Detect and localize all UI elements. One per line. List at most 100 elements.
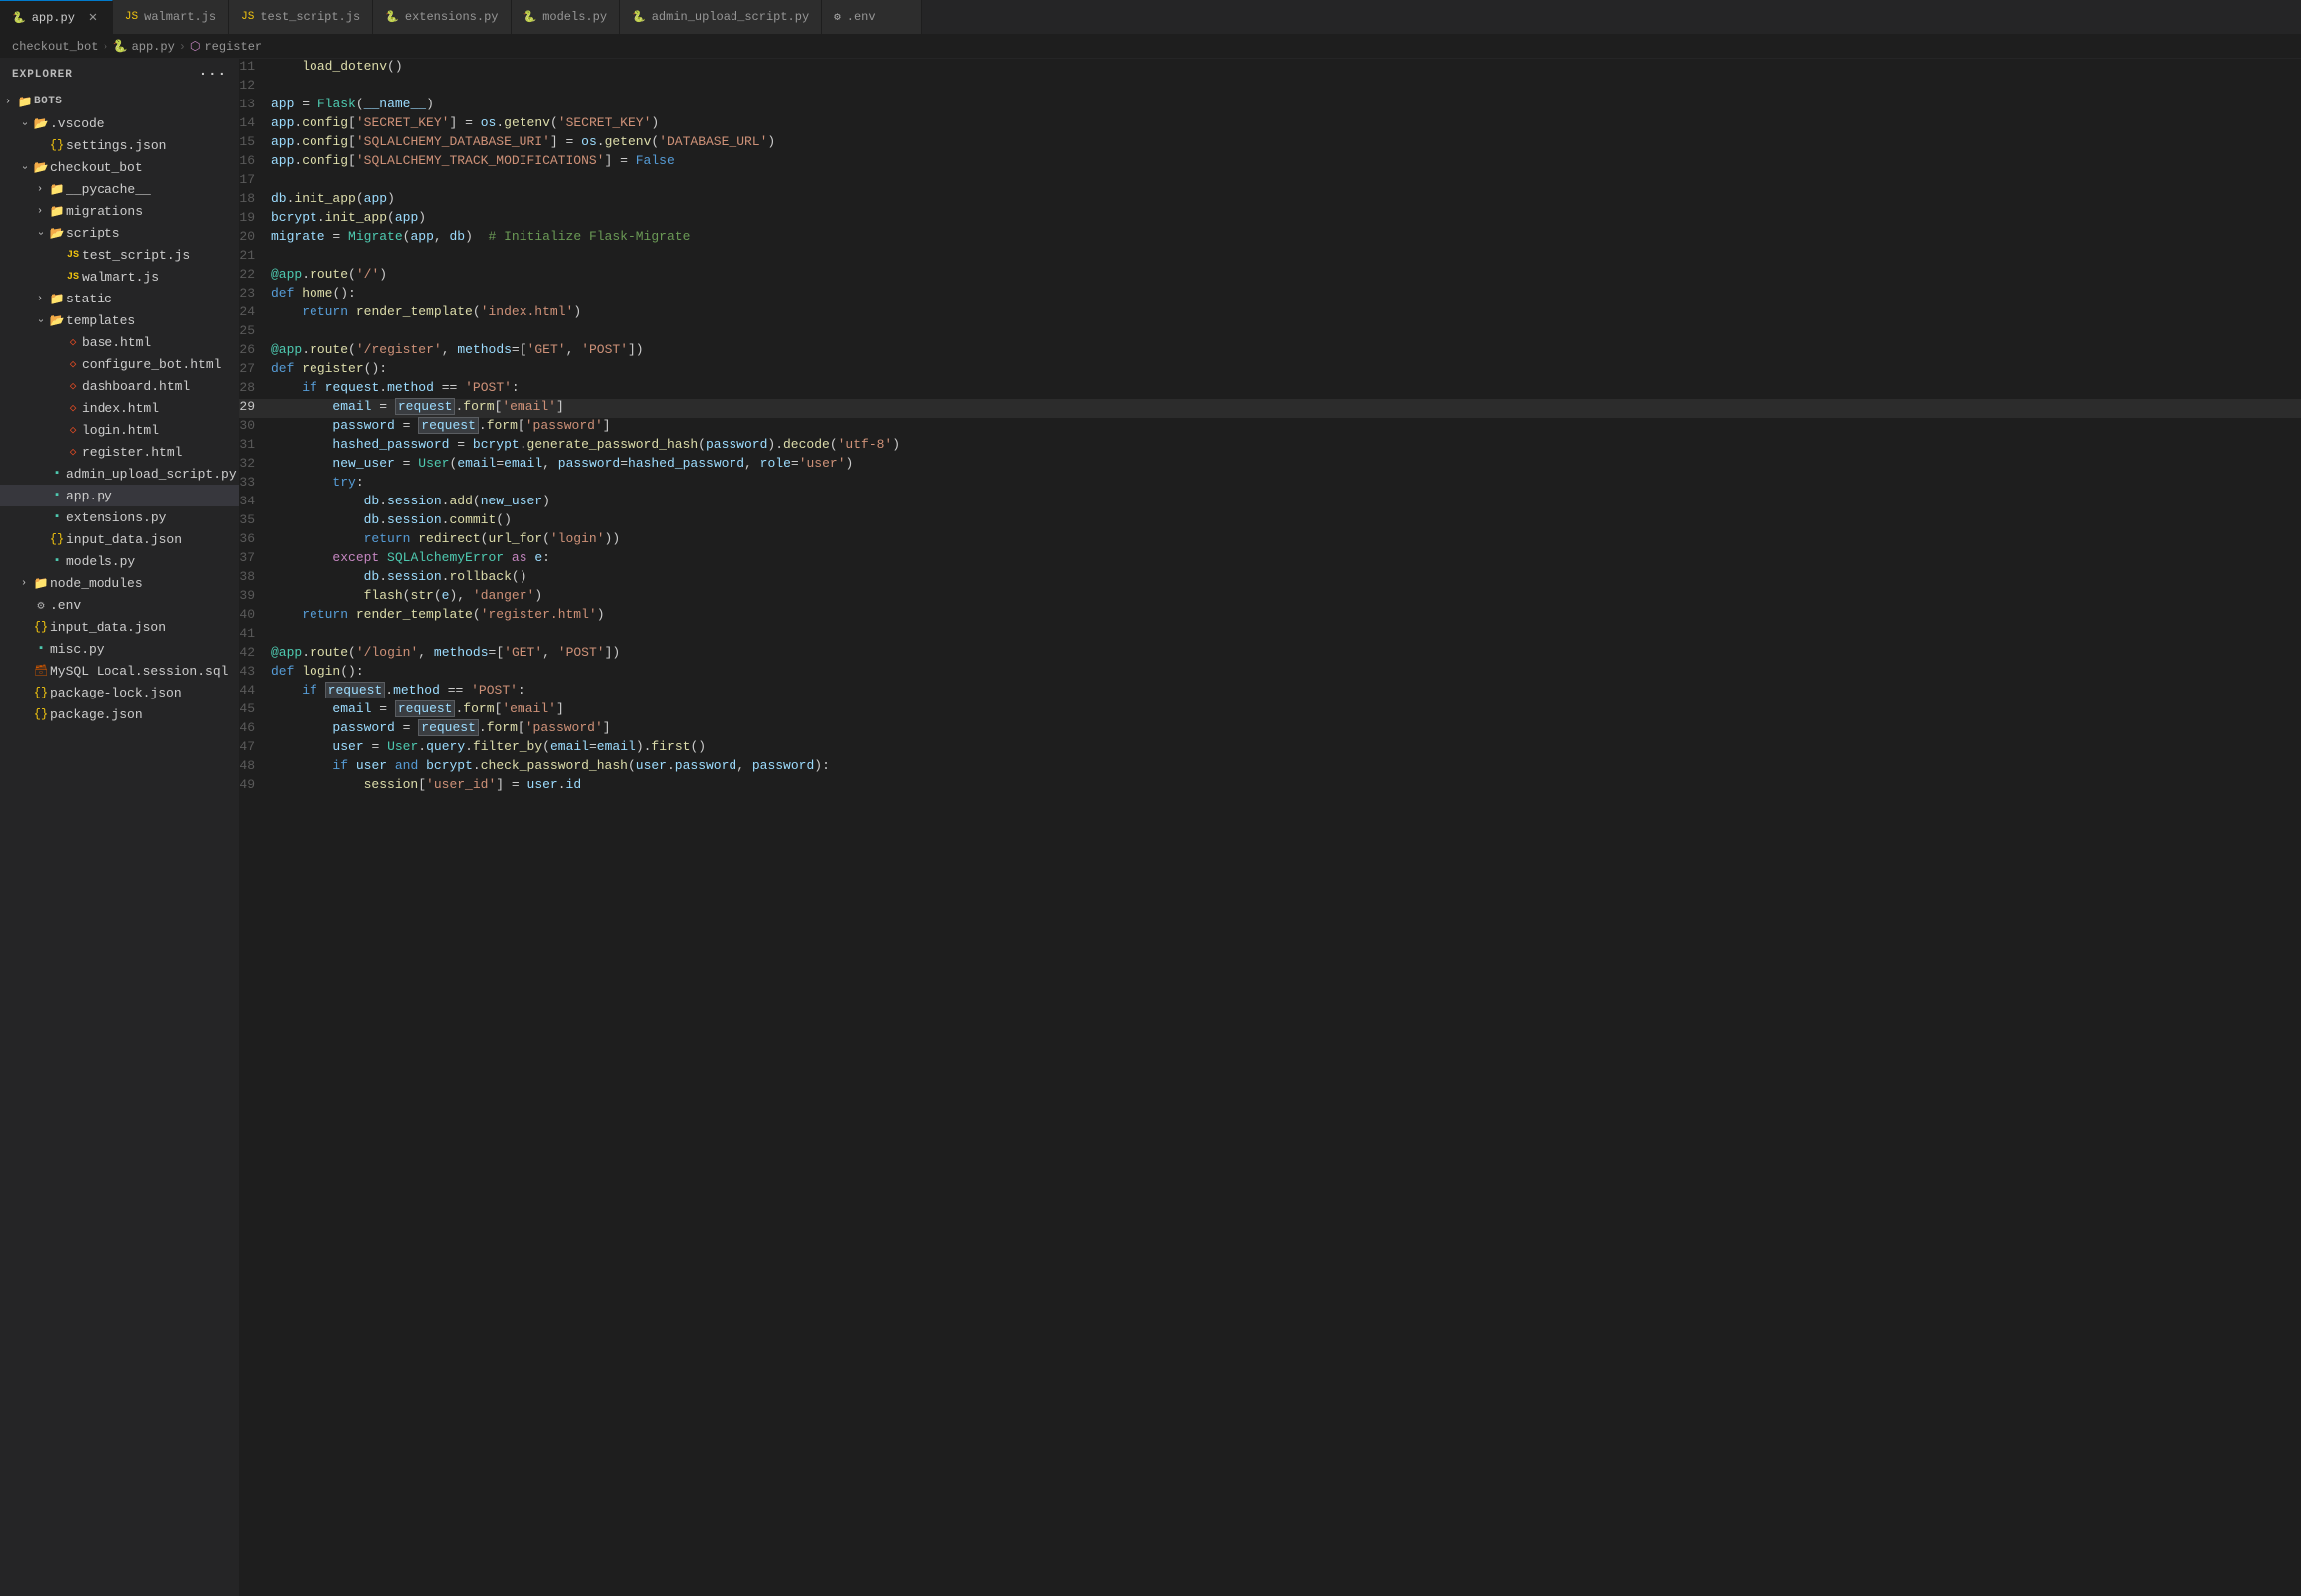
- sidebar-item-walmart-js[interactable]: JS walmart.js: [0, 266, 239, 288]
- code-line-22: 22 @app.route('/'): [239, 267, 2301, 286]
- json-icon: {}: [32, 686, 50, 699]
- arrow-icon: ›: [32, 184, 48, 195]
- code-line-38: 38 db.session.rollback(): [239, 569, 2301, 588]
- sidebar-item-app-py[interactable]: ▪ app.py: [0, 485, 239, 506]
- sidebar-item-root-input-data-json[interactable]: {} input_data.json: [0, 616, 239, 638]
- tab-app-py[interactable]: 🐍 app.py ✕: [0, 0, 113, 34]
- html-icon: ◇: [64, 335, 82, 349]
- py-icon: ▪: [48, 555, 66, 567]
- code-line-23: 23 def home():: [239, 286, 2301, 304]
- breadcrumb-sep2: ›: [179, 40, 186, 54]
- gear-icon: ⚙: [834, 10, 841, 24]
- no-arrow: [16, 600, 32, 611]
- sidebar-item-settings-json[interactable]: {} settings.json: [0, 134, 239, 156]
- code-line-19: 19 bcrypt.init_app(app): [239, 210, 2301, 229]
- json-icon: {}: [32, 707, 50, 721]
- breadcrumb-checkout-bot[interactable]: checkout_bot: [12, 40, 98, 54]
- sidebar-item-models-py[interactable]: ▪ models.py: [0, 550, 239, 572]
- line-num-25: 25: [239, 323, 271, 338]
- pycache-label: __pycache__: [66, 182, 151, 197]
- admin-upload-script-label: admin_upload_script.py: [66, 467, 237, 482]
- sidebar-item-mysql-session-sql[interactable]: 🗃 MySQL Local.session.sql: [0, 660, 239, 682]
- code-line-39: 39 flash(str(e), 'danger'): [239, 588, 2301, 607]
- no-arrow: [32, 556, 48, 567]
- code-line-45: 45 email = request.form['email']: [239, 701, 2301, 720]
- tab-admin-upload-py[interactable]: 🐍 admin_upload_script.py: [620, 0, 822, 34]
- line-code-43: def login():: [271, 664, 2301, 679]
- py-icon: 🐍: [12, 11, 26, 25]
- migrations-label: migrations: [66, 204, 143, 219]
- sidebar-item-configure-bot-html[interactable]: ◇ configure_bot.html: [0, 353, 239, 375]
- tab-close-button[interactable]: ✕: [85, 10, 101, 26]
- tab-label: .env: [847, 10, 876, 24]
- line-code-45: email = request.form['email']: [271, 701, 2301, 716]
- gear-icon: ⚙: [32, 598, 50, 613]
- sidebar-item-dashboard-html[interactable]: ◇ dashboard.html: [0, 375, 239, 397]
- sidebar-item-checkout-bot[interactable]: › 📂 checkout_bot: [0, 156, 239, 178]
- editor-area[interactable]: 11 load_dotenv() 12 13 app = Flask(__nam…: [239, 59, 2301, 1596]
- code-container: 11 load_dotenv() 12 13 app = Flask(__nam…: [239, 59, 2301, 1596]
- line-num-42: 42: [239, 645, 271, 660]
- tab-models-py[interactable]: 🐍 models.py: [512, 0, 621, 34]
- code-line-49: 49 session['user_id'] = user.id: [239, 777, 2301, 796]
- no-arrow: [48, 425, 64, 436]
- breadcrumb: checkout_bot › 🐍 app.py › ⬡ register: [0, 35, 2301, 59]
- sidebar-item-input-data-json[interactable]: {} input_data.json: [0, 528, 239, 550]
- tab-env[interactable]: ⚙ .env: [822, 0, 922, 34]
- sidebar-item-static[interactable]: › 📁 static: [0, 288, 239, 309]
- line-code-27: def register():: [271, 361, 2301, 376]
- line-num-13: 13: [239, 97, 271, 111]
- line-num-40: 40: [239, 607, 271, 622]
- tab-label: walmart.js: [144, 10, 216, 24]
- more-actions-icon[interactable]: ···: [199, 67, 227, 83]
- tab-extensions-py[interactable]: 🐍 extensions.py: [373, 0, 511, 34]
- arrow-icon: ›: [35, 312, 46, 328]
- no-arrow: [32, 140, 48, 151]
- sidebar-item-env[interactable]: ⚙ .env: [0, 594, 239, 616]
- sidebar-item-scripts[interactable]: › 📂 scripts: [0, 222, 239, 244]
- sql-icon: 🗃: [32, 664, 50, 678]
- sidebar-item-login-html[interactable]: ◇ login.html: [0, 419, 239, 441]
- node-modules-label: node_modules: [50, 576, 143, 591]
- test-script-js-label: test_script.js: [82, 248, 190, 263]
- sidebar-item-package-json[interactable]: {} package.json: [0, 703, 239, 725]
- line-code-48: if user and bcrypt.check_password_hash(u…: [271, 758, 2301, 773]
- sidebar-item-migrations[interactable]: › 📁 migrations: [0, 200, 239, 222]
- sidebar-item-package-lock-json[interactable]: {} package-lock.json: [0, 682, 239, 703]
- sidebar-item-admin-upload-script-py[interactable]: ▪ admin_upload_script.py: [0, 463, 239, 485]
- sidebar-item-node-modules[interactable]: › 📁 node_modules: [0, 572, 239, 594]
- line-code-29: email = request.form['email']: [271, 399, 2301, 414]
- json-icon: {}: [32, 620, 50, 634]
- sidebar-item-vscode[interactable]: › 📂 .vscode: [0, 112, 239, 134]
- sidebar-item-base-html[interactable]: ◇ base.html: [0, 331, 239, 353]
- sidebar-item-index-html[interactable]: ◇ index.html: [0, 397, 239, 419]
- js-icon: JS: [125, 11, 138, 23]
- bots-folder-label: BOTS: [34, 96, 62, 107]
- breadcrumb-register[interactable]: register: [204, 40, 262, 54]
- line-num-24: 24: [239, 304, 271, 319]
- line-num-17: 17: [239, 172, 271, 187]
- tab-test-script-js[interactable]: JS test_script.js: [229, 0, 373, 34]
- checkout-bot-label: checkout_bot: [50, 160, 143, 175]
- line-code-26: @app.route('/register', methods=['GET', …: [271, 342, 2301, 357]
- code-line-11: 11 load_dotenv(): [239, 59, 2301, 78]
- py-icon: ▪: [48, 511, 66, 523]
- line-num-39: 39: [239, 588, 271, 603]
- sidebar-root-bots[interactable]: › 📁 BOTS: [0, 91, 239, 112]
- sidebar-item-extensions-py[interactable]: ▪ extensions.py: [0, 506, 239, 528]
- input-data-json-label: input_data.json: [66, 532, 182, 547]
- breadcrumb-app-py[interactable]: app.py: [132, 40, 175, 54]
- line-code-17: [271, 172, 2301, 187]
- html-icon: ◇: [64, 423, 82, 437]
- sidebar-item-pycache[interactable]: › 📁 __pycache__: [0, 178, 239, 200]
- arrow-icon: ›: [0, 97, 16, 107]
- tab-walmart-js[interactable]: JS walmart.js: [113, 0, 229, 34]
- line-code-44: if request.method == 'POST':: [271, 683, 2301, 698]
- line-code-39: flash(str(e), 'danger'): [271, 588, 2301, 603]
- sidebar-item-register-html[interactable]: ◇ register.html: [0, 441, 239, 463]
- sidebar-item-misc-py[interactable]: ▪ misc.py: [0, 638, 239, 660]
- sidebar-item-test-script-js[interactable]: JS test_script.js: [0, 244, 239, 266]
- sidebar-item-templates[interactable]: › 📂 templates: [0, 309, 239, 331]
- line-num-45: 45: [239, 701, 271, 716]
- code-line-32: 32 new_user = User(email=email, password…: [239, 456, 2301, 475]
